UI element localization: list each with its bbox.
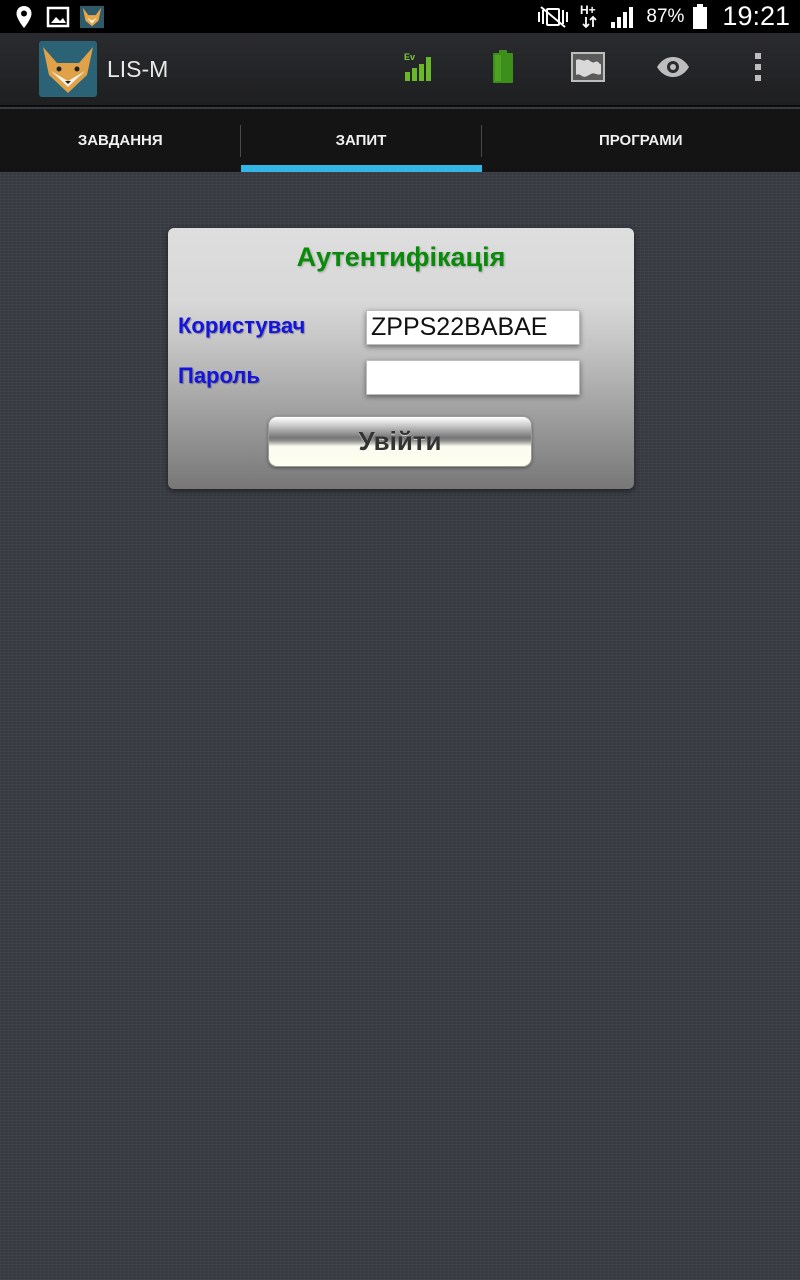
battery-status-icon [492, 49, 514, 89]
battery-status-button[interactable] [460, 32, 545, 106]
user-input[interactable] [366, 310, 580, 345]
tab-label: ЗАПИТ [335, 132, 387, 149]
svg-text:H+: H+ [580, 3, 596, 17]
status-bar-right: H+ 87% 19:21 [536, 1, 790, 32]
svg-text:Ev: Ev [404, 52, 415, 62]
ev-signal-button[interactable]: Ev [375, 32, 460, 106]
signal-icon [610, 5, 638, 29]
tab-request[interactable]: ЗАПИТ [240, 109, 482, 172]
gallery-icon [46, 5, 70, 29]
auth-card: Аутентифікація Користувач Пароль Увійти [168, 228, 634, 489]
ev-signal-icon: Ev [403, 52, 433, 87]
status-bar: H+ 87% 19:21 [0, 0, 800, 33]
tab-bar: ЗАВДАННЯ ЗАПИТ ПРОГРАМИ [0, 109, 800, 172]
map-button[interactable] [545, 32, 630, 106]
map-icon [570, 51, 605, 87]
app-title: LIS-M [107, 55, 169, 82]
eye-icon [656, 56, 690, 83]
login-button[interactable]: Увійти [268, 416, 532, 467]
location-icon [12, 5, 36, 29]
hplus-data-icon: H+ [578, 3, 602, 29]
overflow-menu-button[interactable] [715, 32, 800, 106]
tab-label: ПРОГРАМИ [598, 132, 683, 149]
password-input[interactable] [366, 360, 580, 395]
tab-tasks[interactable]: ЗАВДАННЯ [0, 109, 241, 172]
auth-title: Аутентифікація [296, 242, 506, 272]
battery-icon [692, 3, 708, 29]
tab-programs[interactable]: ПРОГРАМИ [482, 109, 800, 172]
overflow-menu-icon [753, 52, 763, 87]
eye-button[interactable] [630, 32, 715, 106]
clock: 19:21 [722, 1, 790, 31]
battery-percent: 87% [646, 5, 685, 27]
password-label: Пароль [178, 363, 260, 388]
user-label: Користувач [178, 313, 306, 338]
action-bar-actions: Ev [375, 32, 800, 106]
app-notification-icon [80, 5, 104, 29]
status-bar-left [12, 5, 104, 29]
tab-label: ЗАВДАННЯ [77, 132, 163, 149]
app-logo[interactable] [39, 41, 97, 97]
mute-vibrate-icon [536, 5, 570, 29]
action-bar: LIS-M Ev [0, 33, 800, 107]
